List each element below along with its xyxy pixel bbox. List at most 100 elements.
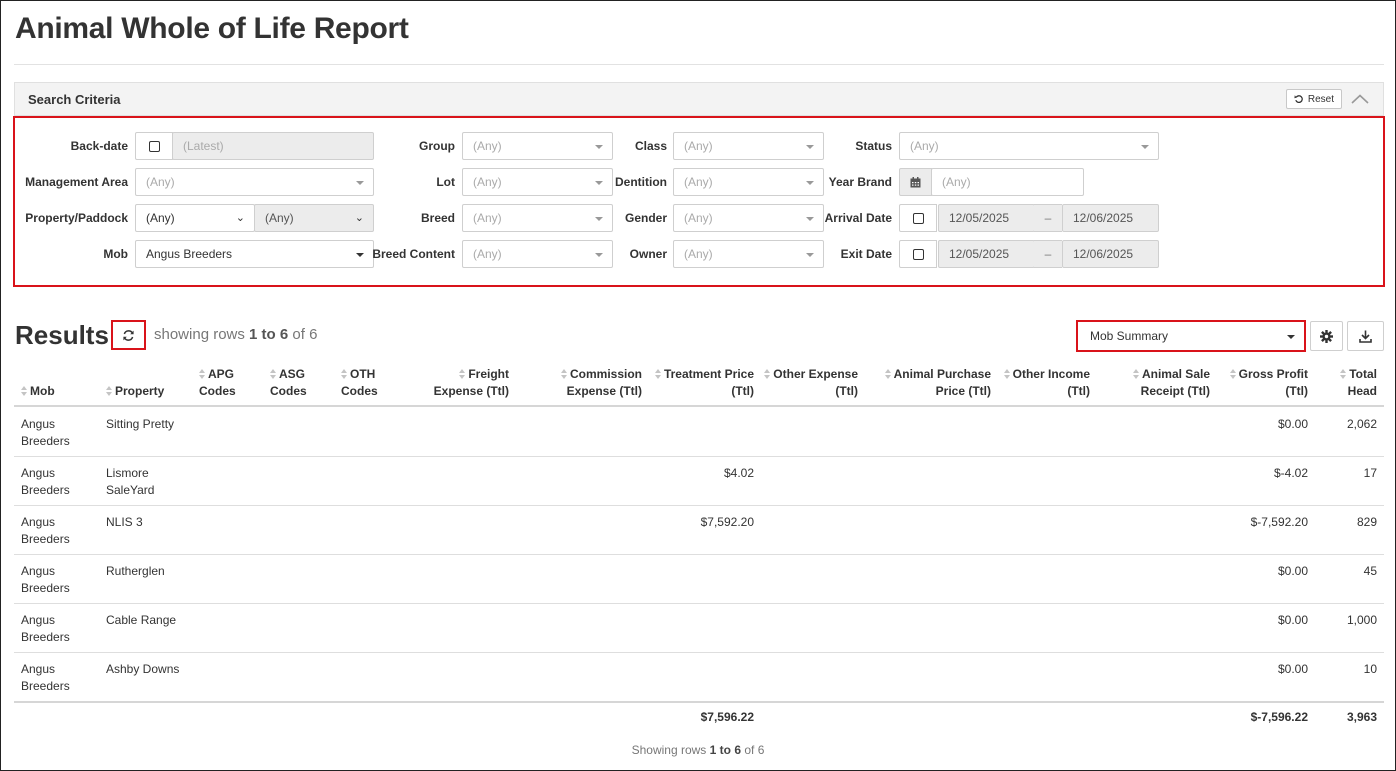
col-header-label: (Ttl) — [731, 384, 754, 398]
sort-icon — [199, 369, 206, 379]
property-select[interactable]: (Any) ⌄ — [135, 204, 255, 232]
gross-profit-cell: $0.00 — [1277, 662, 1308, 676]
mob-label: Mob — [103, 247, 128, 261]
exit-date-to[interactable]: 12/06/2025 — [1062, 240, 1159, 268]
checkbox-icon — [913, 249, 924, 260]
class-value: (Any) — [684, 139, 713, 153]
reset-label: Reset — [1307, 93, 1334, 105]
group-value: (Any) — [473, 139, 502, 153]
status-label: Status — [855, 139, 892, 153]
col-header-label: Expense (Ttl) — [433, 384, 509, 398]
arrival-date-from[interactable]: 12/05/2025 — [938, 204, 1035, 232]
group-select[interactable]: (Any) — [462, 132, 613, 160]
col-header-other-expense[interactable]: Other Expense (Ttl) — [764, 366, 858, 400]
arrival-date-to[interactable]: 12/06/2025 — [1062, 204, 1159, 232]
sort-icon — [1229, 369, 1237, 379]
calendar-button[interactable] — [899, 168, 932, 196]
col-header-label: Animal Sale — [1141, 367, 1210, 381]
total-head-cell: 2,062 — [1346, 417, 1377, 431]
paddock-value: (Any) — [265, 211, 294, 225]
col-header-oth-codes[interactable]: OTH Codes — [341, 366, 378, 400]
refresh-icon — [123, 329, 134, 341]
sort-icon — [884, 369, 892, 379]
status-value: (Any) — [910, 139, 939, 153]
col-header-label: (Ttl) — [835, 384, 858, 398]
sort-icon — [654, 369, 662, 379]
mob-select[interactable]: Angus Breeders — [135, 240, 374, 268]
property-cell: Lismore SaleYard — [106, 466, 155, 497]
footer-total: 6 — [757, 743, 765, 757]
mob-cell: Angus Breeders — [21, 466, 70, 497]
col-header-animal-purchase-price[interactable]: Animal Purchase Price (Ttl) — [884, 366, 991, 400]
col-header-label: (Ttl) — [1067, 384, 1090, 398]
col-header-animal-sale-receipt[interactable]: Animal Sale Receipt (Ttl) — [1132, 366, 1210, 400]
exit-date-from[interactable]: 12/05/2025 — [938, 240, 1035, 268]
total-head-cell: 45 — [1363, 564, 1377, 578]
download-button[interactable] — [1347, 321, 1384, 351]
col-header-mob[interactable]: Mob — [21, 383, 55, 400]
totals-divider — [14, 701, 1384, 703]
col-header-apg-codes[interactable]: APG Codes — [199, 366, 236, 400]
reset-button[interactable]: Reset — [1285, 89, 1342, 109]
col-header-label: (Ttl) — [1285, 384, 1308, 398]
col-header-treatment-price[interactable]: Treatment Price (Ttl) — [654, 366, 754, 400]
table-footer: Showing rows 1 to 6 of 6 — [0, 743, 1396, 757]
row-divider — [14, 603, 1384, 604]
col-header-label: Codes — [270, 384, 307, 398]
arrival-date-checkbox[interactable] — [899, 204, 937, 232]
sort-icon — [270, 369, 277, 379]
search-criteria-header: Search Criteria Reset — [14, 82, 1384, 116]
mob-cell: Angus Breeders — [21, 564, 70, 595]
col-header-label: Expense (Ttl) — [566, 384, 642, 398]
col-header-freight-expense[interactable]: Freight Expense (Ttl) — [434, 366, 509, 400]
col-header-label: Freight — [468, 367, 509, 381]
property-cell: Rutherglen — [106, 564, 165, 578]
total-head-cell: 17 — [1363, 466, 1377, 480]
col-header-label: Codes — [199, 384, 236, 398]
footer-of: of — [744, 743, 755, 757]
management-area-select[interactable]: (Any) — [135, 168, 374, 196]
paddock-select[interactable]: (Any) ⌄ — [254, 204, 374, 232]
year-brand-input[interactable]: (Any) — [931, 168, 1084, 196]
gross-profit-cell: $0.00 — [1277, 564, 1308, 578]
collapse-button[interactable] — [1349, 88, 1371, 110]
chevron-down-icon: ⌄ — [354, 212, 364, 224]
col-header-label: Other Expense — [773, 367, 858, 381]
dentition-select[interactable]: (Any) — [673, 168, 824, 196]
gender-label: Gender — [624, 211, 667, 225]
total-head-cell: 1,000 — [1346, 613, 1377, 627]
lot-select[interactable]: (Any) — [462, 168, 613, 196]
gender-value: (Any) — [684, 211, 713, 225]
gender-select[interactable]: (Any) — [673, 204, 824, 232]
view-select[interactable]: Mob Summary — [1076, 320, 1306, 352]
col-header-asg-codes[interactable]: ASG Codes — [270, 366, 307, 400]
col-header-property[interactable]: Property — [106, 383, 164, 400]
class-select[interactable]: (Any) — [673, 132, 824, 160]
col-header-label: Animal Purchase — [893, 367, 991, 381]
status-select[interactable]: (Any) — [899, 132, 1159, 160]
exit-date-checkbox[interactable] — [899, 240, 937, 268]
breed-content-select[interactable]: (Any) — [462, 240, 613, 268]
table-header-divider — [14, 405, 1384, 407]
management-area-value: (Any) — [146, 175, 175, 189]
sort-icon — [764, 369, 771, 379]
download-icon — [1359, 330, 1372, 343]
backdate-input[interactable]: (Latest) — [172, 132, 374, 160]
breed-select[interactable]: (Any) — [462, 204, 613, 232]
col-header-commission-expense[interactable]: Commission Expense (Ttl) — [560, 366, 642, 400]
col-header-label: Price (Ttl) — [935, 384, 991, 398]
col-header-label: APG — [208, 367, 235, 381]
col-header-gross-profit[interactable]: Gross Profit (Ttl) — [1229, 366, 1308, 400]
rows-summary-range: 1 to 6 — [249, 326, 289, 343]
settings-button[interactable] — [1310, 321, 1343, 351]
mob-cell: Angus Breeders — [21, 662, 70, 693]
col-header-label: Total — [1349, 367, 1377, 381]
col-header-other-income[interactable]: Other Income (Ttl) — [1003, 366, 1090, 400]
backdate-checkbox[interactable] — [135, 132, 173, 160]
owner-select[interactable]: (Any) — [673, 240, 824, 268]
lot-label: Lot — [436, 175, 455, 189]
refresh-button[interactable] — [111, 320, 146, 350]
col-header-label: Codes — [341, 384, 378, 398]
rows-summary-of: of — [292, 326, 305, 343]
col-header-total-head[interactable]: Total Head — [1340, 366, 1377, 400]
